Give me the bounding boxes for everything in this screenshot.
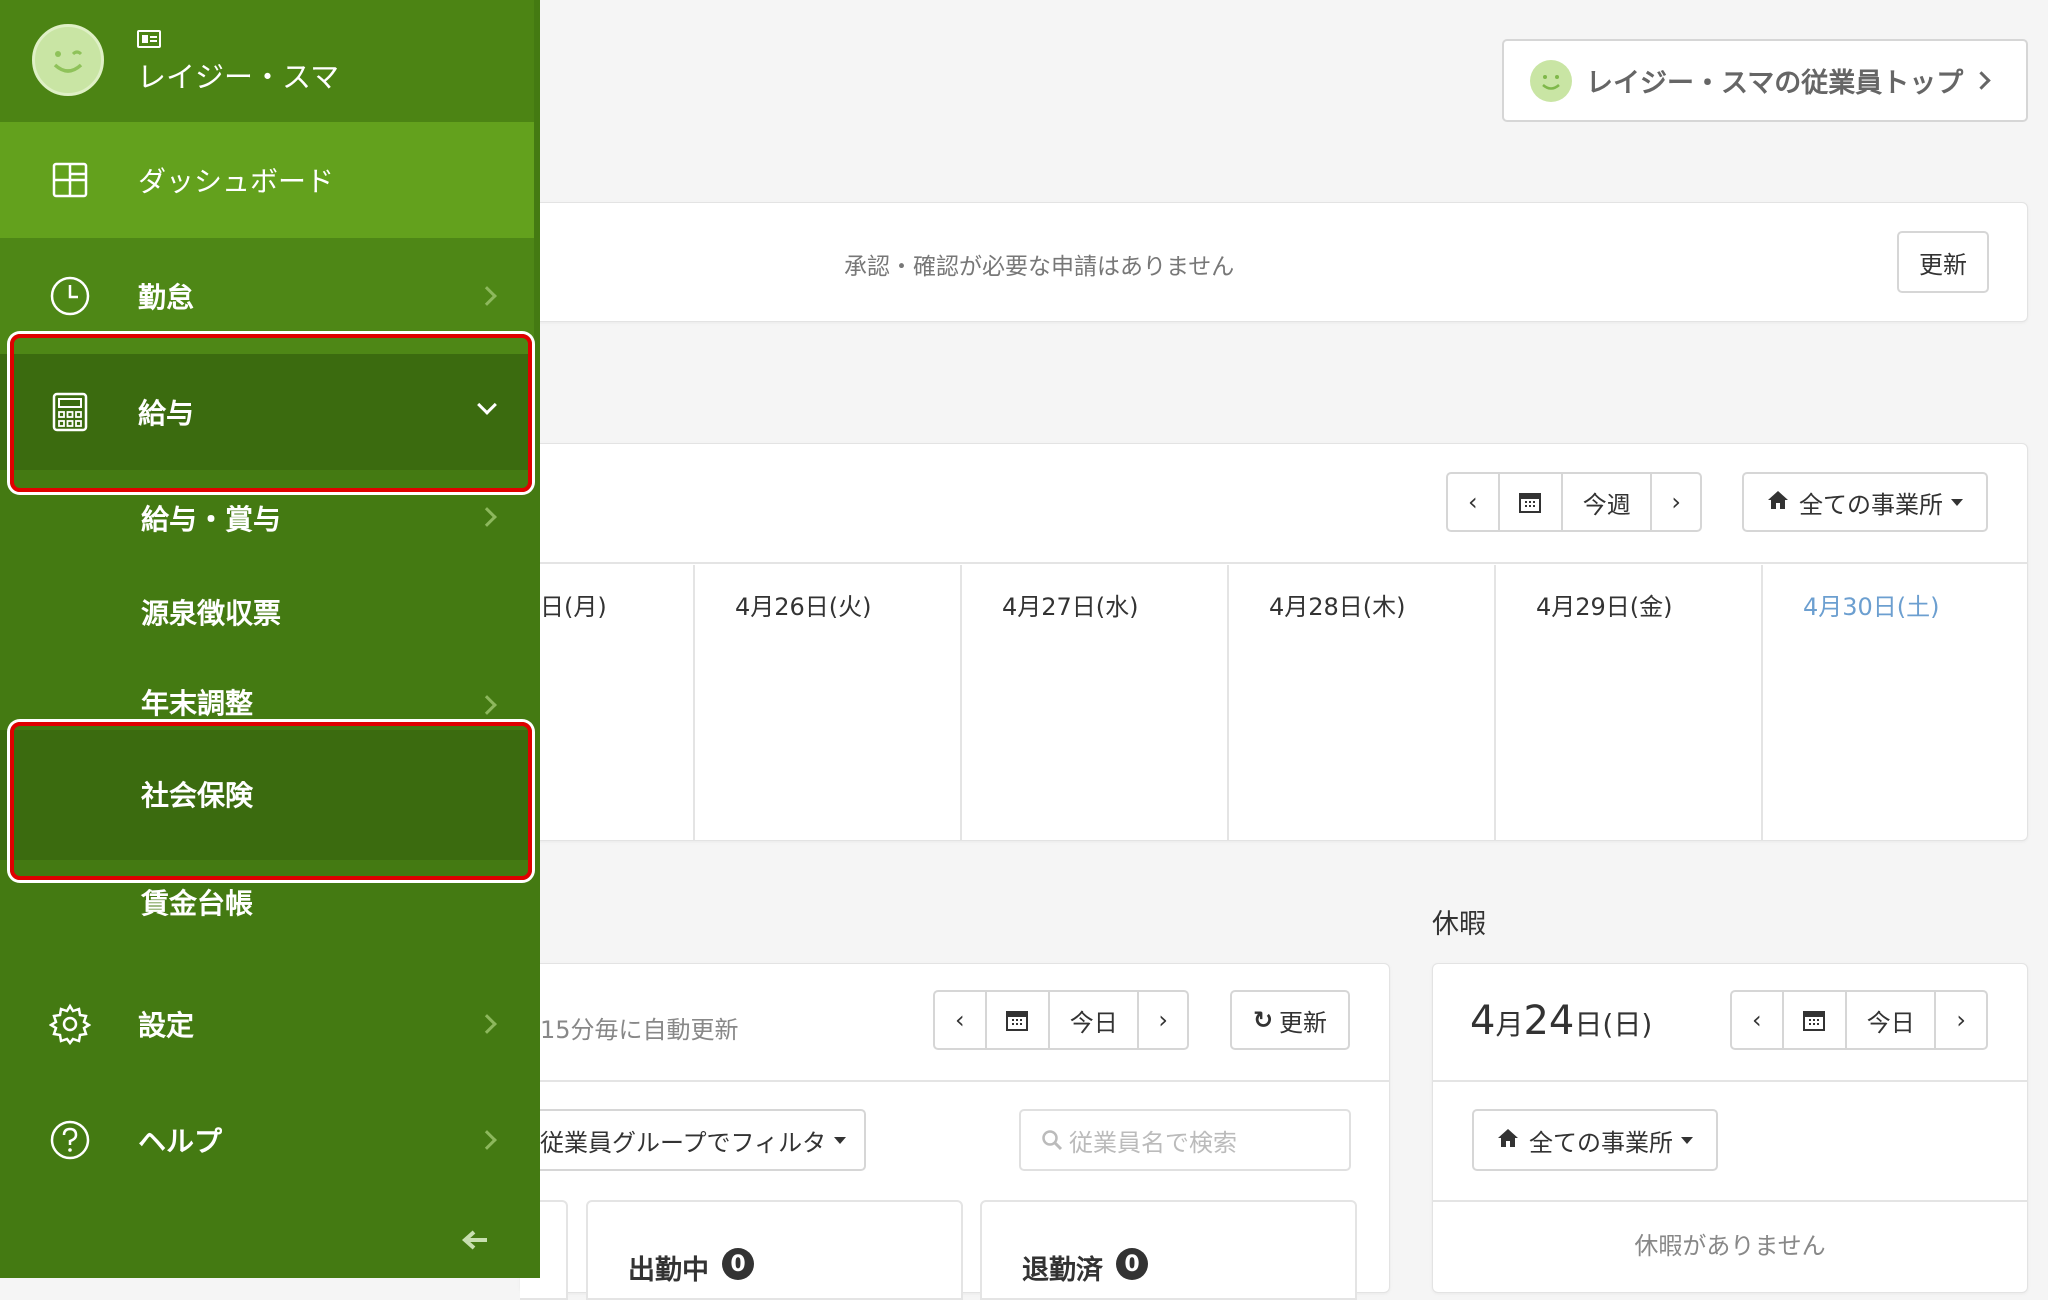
- attendance-header-divider: [520, 1080, 1390, 1082]
- employee-search-placeholder: 従業員名で検索: [1069, 1128, 1237, 1157]
- working-label: 出勤中: [628, 1255, 709, 1286]
- employee-top-button[interactable]: レイジー・スマの従業員トップ: [1502, 39, 2028, 122]
- help-icon: [48, 1118, 92, 1162]
- vacation-body-divider: [1432, 1200, 2028, 1202]
- working-subcard: 出勤中 0: [586, 1200, 963, 1300]
- vacation-date: 4月24日(日): [1470, 998, 1653, 1044]
- week-calendar-button[interactable]: [1500, 474, 1564, 530]
- vacation-calendar-button[interactable]: [1784, 992, 1848, 1048]
- submenu-item-label: 賃金台帳: [141, 887, 254, 920]
- attendance-calendar-button[interactable]: [987, 992, 1051, 1048]
- caret-down-icon: [1951, 498, 1963, 506]
- submenu-item-label: 給与・賞与: [141, 503, 282, 536]
- day-column-wed: 4月27日(水): [960, 565, 1227, 840]
- sidebar-item-label: ヘルプ: [138, 1125, 223, 1158]
- submenu-item-label: 源泉徴収票: [141, 597, 282, 630]
- sidebar-user-header[interactable]: レイジー・スマ: [0, 0, 534, 122]
- vacation-title: 休暇: [1432, 909, 1486, 940]
- highlight-social-insurance: [10, 722, 532, 880]
- day-column-sat: 4月30日(土): [1761, 565, 2027, 840]
- sidebar-item-label: 勤怠: [138, 281, 195, 314]
- gear-icon: [48, 1002, 92, 1046]
- week-header-divider: [520, 562, 2028, 564]
- home-icon: [1767, 488, 1789, 516]
- approvals-card: 承認・確認が必要な申請はありません 更新: [520, 202, 2028, 322]
- day-column-mon: 日(月): [540, 593, 607, 621]
- dashboard-icon: [48, 158, 92, 202]
- vacation-today-button[interactable]: 今日: [1847, 992, 1937, 1048]
- calendar-icon: [1803, 1011, 1826, 1031]
- collapse-sidebar-button[interactable]: [450, 1220, 500, 1260]
- highlight-payroll: [10, 334, 532, 492]
- home-icon: [1497, 1126, 1519, 1154]
- day-column-fri: 4月29日(金): [1494, 565, 1761, 840]
- payroll-submenu: 給与・賞与 源泉徴収票 年末調整 社会保険 賃金台帳: [0, 470, 534, 954]
- attendance-refresh-button[interactable]: ↻ 更新: [1230, 990, 1350, 1050]
- attendance-nav-group: ‹ 今日 ›: [933, 990, 1189, 1050]
- avatar: [32, 24, 104, 96]
- group-filter-label: 従業員グループでフィルタ: [540, 1128, 827, 1157]
- chevron-right-icon: [1972, 71, 1991, 90]
- week-today-button[interactable]: 今週: [1563, 474, 1653, 530]
- sidebar-item-label: ダッシュボード: [138, 165, 335, 198]
- vacation-empty-message: 休暇がありません: [1634, 1232, 1826, 1260]
- user-name: レイジー・スマ: [137, 60, 340, 94]
- approvals-refresh-button[interactable]: 更新: [1897, 231, 1989, 293]
- left-subcard: 退勤済 0: [980, 1200, 1357, 1300]
- search-icon: [1042, 1130, 1063, 1151]
- left-label: 退勤済: [1022, 1255, 1103, 1286]
- clock-icon: [48, 274, 92, 318]
- attendance-prev-button[interactable]: ‹: [935, 992, 987, 1048]
- week-next-button[interactable]: ›: [1652, 474, 1700, 530]
- vacation-next-button[interactable]: ›: [1936, 992, 1986, 1048]
- vacation-header-divider: [1432, 1080, 2028, 1082]
- day-column-thu: 4月28日(木): [1227, 565, 1494, 840]
- attendance-refresh-label: 更新: [1279, 1008, 1328, 1037]
- week-office-label: 全ての事業所: [1799, 490, 1943, 519]
- id-card-icon: [137, 30, 161, 48]
- sidebar-item-help[interactable]: ヘルプ: [0, 1082, 534, 1198]
- vacation-office-dropdown[interactable]: 全ての事業所: [1472, 1109, 1718, 1171]
- arrow-left-icon: [461, 1230, 487, 1250]
- sidebar-item-dashboard[interactable]: ダッシュボード: [0, 122, 534, 238]
- avatar-small: [1530, 59, 1572, 102]
- refresh-icon: ↻: [1252, 1006, 1274, 1034]
- chevron-right-icon: [477, 507, 497, 527]
- sidebar: レイジー・スマ ダッシュボード 勤怠 給与 給与・賞与 源泉徴収票 年末調整 社…: [0, 0, 540, 1278]
- chevron-right-icon: [477, 286, 497, 306]
- caret-down-icon: [834, 1136, 847, 1144]
- sidebar-item-label: 設定: [138, 1009, 195, 1042]
- submenu-item-label: 年末調整: [141, 687, 254, 720]
- sidebar-item-settings[interactable]: 設定: [0, 966, 534, 1082]
- left-count-badge: 0: [1116, 1248, 1148, 1280]
- vacation-nav-group: ‹ 今日 ›: [1730, 990, 1988, 1050]
- approvals-message: 承認・確認が必要な申請はありません: [844, 254, 1235, 280]
- attendance-next-button[interactable]: ›: [1139, 992, 1187, 1048]
- vacation-prev-button[interactable]: ‹: [1732, 992, 1784, 1048]
- week-nav-group: ‹ 今週 ›: [1446, 472, 1702, 532]
- week-prev-button[interactable]: ‹: [1448, 474, 1500, 530]
- calendar-icon: [1519, 493, 1542, 513]
- caret-down-icon: [1681, 1136, 1693, 1144]
- attendance-today-button[interactable]: 今日: [1050, 992, 1140, 1048]
- week-office-dropdown[interactable]: 全ての事業所: [1742, 472, 1988, 532]
- chevron-right-icon: [477, 1130, 497, 1150]
- auto-update-text: 15分毎に自動更新: [540, 1016, 739, 1044]
- employee-top-label: レイジー・スマの従業員トップ: [1586, 68, 1964, 99]
- vacation-office-label: 全ての事業所: [1529, 1128, 1673, 1157]
- chevron-right-icon: [477, 1014, 497, 1034]
- chevron-right-icon: [477, 695, 497, 715]
- submenu-item-withholding[interactable]: 源泉徴収票: [0, 566, 534, 662]
- day-column-tue: 4月26日(火): [693, 565, 960, 840]
- calendar-icon: [1006, 1011, 1029, 1031]
- working-count-badge: 0: [722, 1248, 754, 1280]
- group-filter-dropdown[interactable]: 従業員グループでフィルタ: [520, 1109, 866, 1171]
- employee-search-input[interactable]: 従業員名で検索: [1019, 1109, 1351, 1171]
